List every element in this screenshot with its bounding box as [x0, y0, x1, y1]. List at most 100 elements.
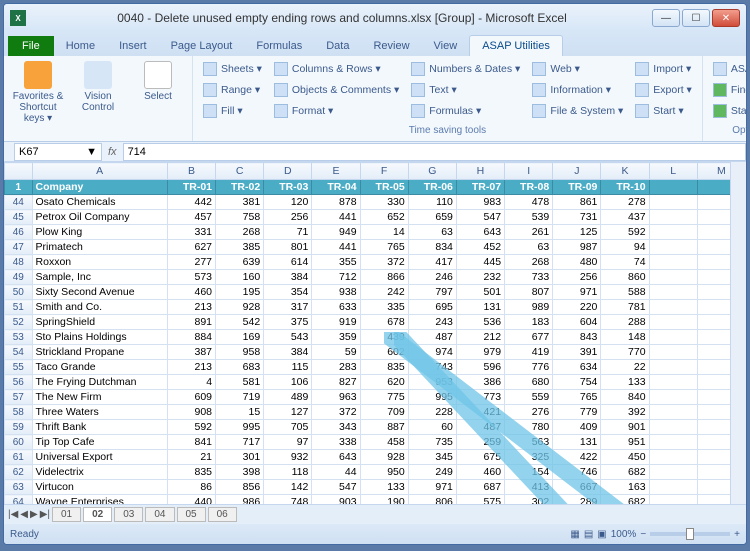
zoom-in[interactable]: +: [734, 529, 740, 540]
data-cell[interactable]: 243: [408, 315, 456, 330]
row-header[interactable]: 53: [5, 330, 33, 345]
data-cell[interactable]: 974: [408, 345, 456, 360]
table-row[interactable]: 46Plow King331268719491463643261125592: [5, 225, 746, 240]
data-cell[interactable]: 63: [408, 225, 456, 240]
data-cell[interactable]: 643: [456, 225, 504, 240]
data-cell[interactable]: 381: [216, 195, 264, 210]
name-box[interactable]: K67▼: [14, 143, 102, 161]
data-cell[interactable]: 289: [553, 495, 601, 505]
data-cell[interactable]: 878: [312, 195, 360, 210]
information-menu[interactable]: Information ▾: [528, 80, 627, 100]
data-cell[interactable]: 592: [601, 225, 649, 240]
table-row[interactable]: 55Taco Grande213683115283835743596776634…: [5, 360, 746, 375]
data-cell[interactable]: 949: [312, 225, 360, 240]
text-menu[interactable]: Text ▾: [407, 80, 524, 100]
data-cell[interactable]: 268: [216, 225, 264, 240]
data-cell[interactable]: 256: [553, 270, 601, 285]
data-cell[interactable]: 781: [601, 300, 649, 315]
tab-file[interactable]: File: [8, 36, 54, 56]
data-cell[interactable]: 385: [216, 240, 264, 255]
data-cell[interactable]: 409: [553, 420, 601, 435]
data-cell[interactable]: 866: [360, 270, 408, 285]
data-cell[interactable]: 680: [505, 375, 553, 390]
sheet-06[interactable]: 06: [208, 507, 237, 522]
data-cell[interactable]: 256: [264, 210, 312, 225]
row-header[interactable]: 49: [5, 270, 33, 285]
data-cell[interactable]: 127: [264, 405, 312, 420]
header-cell[interactable]: TR-03: [264, 180, 312, 195]
asap-options-menu[interactable]: ASAP Utilities Options ▾: [709, 59, 747, 79]
data-cell[interactable]: 232: [456, 270, 504, 285]
data-cell[interactable]: 354: [264, 285, 312, 300]
row-header[interactable]: 63: [5, 480, 33, 495]
data-cell[interactable]: 542: [216, 315, 264, 330]
table-row[interactable]: 59Thrift Bank592995705343887604877804099…: [5, 420, 746, 435]
data-cell[interactable]: 457: [167, 210, 215, 225]
data-cell[interactable]: 780: [505, 420, 553, 435]
company-cell[interactable]: Thrift Bank: [32, 420, 167, 435]
data-cell[interactable]: 120: [264, 195, 312, 210]
sheet-04[interactable]: 04: [145, 507, 174, 522]
export-menu[interactable]: Export ▾: [631, 80, 696, 100]
data-cell[interactable]: 14: [360, 225, 408, 240]
row-header[interactable]: 47: [5, 240, 33, 255]
col-header[interactable]: [5, 163, 33, 180]
table-row[interactable]: 52SpringShield89154237591967824353618360…: [5, 315, 746, 330]
formulas-menu[interactable]: Formulas ▾: [407, 101, 524, 121]
data-cell[interactable]: 59: [312, 345, 360, 360]
col-header[interactable]: A: [32, 163, 167, 180]
data-cell[interactable]: 458: [360, 435, 408, 450]
data-cell[interactable]: 989: [505, 300, 553, 315]
table-row[interactable]: 50Sixty Second Avenue4601953549382427975…: [5, 285, 746, 300]
data-cell[interactable]: 539: [505, 210, 553, 225]
row-header[interactable]: 52: [5, 315, 33, 330]
data-cell[interactable]: 478: [505, 195, 553, 210]
company-cell[interactable]: Sixty Second Avenue: [32, 285, 167, 300]
data-cell[interactable]: 160: [216, 270, 264, 285]
data-cell[interactable]: 125: [553, 225, 601, 240]
row-header[interactable]: 44: [5, 195, 33, 210]
data-cell[interactable]: 118: [264, 465, 312, 480]
data-cell[interactable]: 60: [408, 420, 456, 435]
data-cell[interactable]: 861: [553, 195, 601, 210]
import-menu[interactable]: Import ▾: [631, 59, 696, 79]
data-cell[interactable]: 987: [553, 240, 601, 255]
data-cell[interactable]: 908: [167, 405, 215, 420]
data-cell[interactable]: 770: [601, 345, 649, 360]
row-header[interactable]: 59: [5, 420, 33, 435]
data-cell[interactable]: 278: [601, 195, 649, 210]
data-cell[interactable]: 602: [360, 345, 408, 360]
data-cell[interactable]: 563: [505, 435, 553, 450]
data-cell[interactable]: 148: [601, 330, 649, 345]
data-cell[interactable]: 827: [312, 375, 360, 390]
data-cell[interactable]: 807: [505, 285, 553, 300]
data-cell[interactable]: 302: [505, 495, 553, 505]
data-cell[interactable]: 301: [216, 450, 264, 465]
formula-bar[interactable]: 714: [123, 143, 746, 161]
table-row[interactable]: 57The New Firm60971948996377599577355976…: [5, 390, 746, 405]
view-normal-icon[interactable]: ▦: [570, 529, 579, 540]
company-cell[interactable]: Taco Grande: [32, 360, 167, 375]
data-cell[interactable]: 384: [264, 270, 312, 285]
company-cell[interactable]: Three Waters: [32, 405, 167, 420]
col-header[interactable]: L: [649, 163, 697, 180]
data-cell[interactable]: 242: [360, 285, 408, 300]
data-cell[interactable]: 887: [360, 420, 408, 435]
data-cell[interactable]: 884: [167, 330, 215, 345]
company-cell[interactable]: SpringShield: [32, 315, 167, 330]
data-cell[interactable]: 677: [505, 330, 553, 345]
row-header[interactable]: 62: [5, 465, 33, 480]
data-cell[interactable]: 547: [456, 210, 504, 225]
data-cell[interactable]: 547: [312, 480, 360, 495]
tab-formulas[interactable]: Formulas: [244, 36, 314, 56]
file-system-menu[interactable]: File & System ▾: [528, 101, 627, 121]
tab-view[interactable]: View: [422, 36, 470, 56]
data-cell[interactable]: 86: [167, 480, 215, 495]
data-cell[interactable]: 950: [360, 465, 408, 480]
view-pagebreak-icon[interactable]: ▣: [597, 529, 606, 540]
data-cell[interactable]: 735: [408, 435, 456, 450]
data-cell[interactable]: 932: [264, 450, 312, 465]
col-header[interactable]: J: [553, 163, 601, 180]
company-cell[interactable]: Sample, Inc: [32, 270, 167, 285]
table-row[interactable]: 60Tip Top Cafe84171797338458735259563131…: [5, 435, 746, 450]
